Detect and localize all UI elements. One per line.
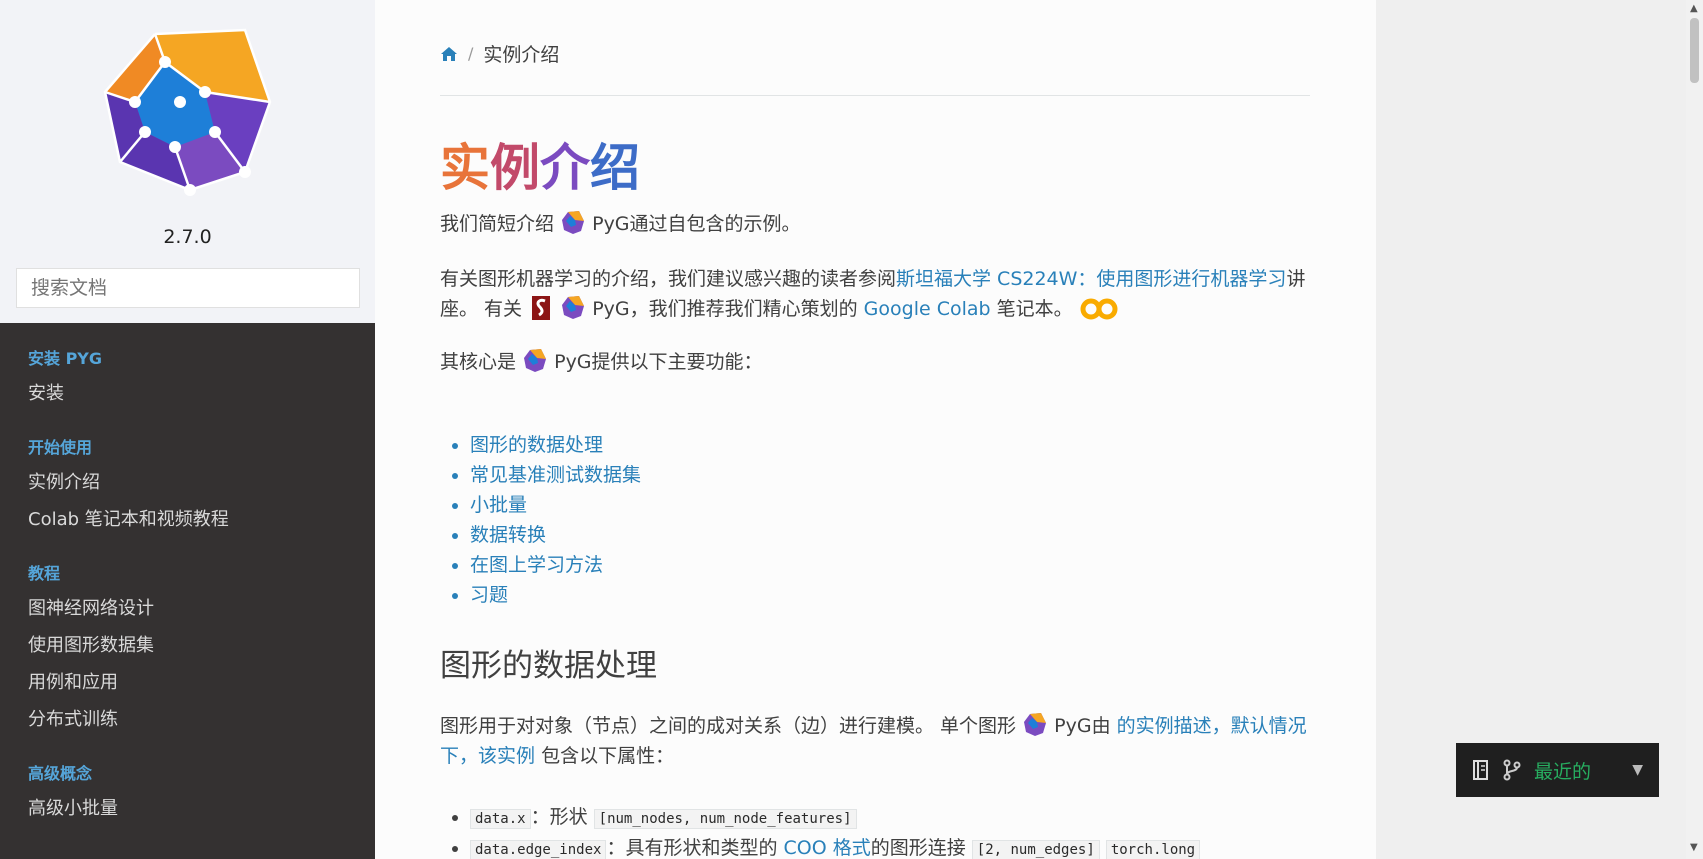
nav-caption-get-started: 开始使用 — [28, 438, 93, 457]
attribute-list: data.x：形状 [num_nodes, num_node_features]… — [470, 802, 1201, 859]
code-snippet: torch.long — [1105, 840, 1201, 859]
chevron-down-icon: ▼ — [1632, 762, 1643, 778]
code-snippet: data.x — [470, 809, 531, 829]
intro-paragraph: 我们简短介绍 PyG通过自包含的示例。 — [440, 209, 1310, 239]
breadcrumb-separator: / — [468, 44, 474, 63]
nav-item-colab[interactable]: Colab 笔记本和视频教程 — [0, 501, 375, 538]
pyg-icon — [524, 349, 547, 372]
core-paragraph: 其核心是 PyG提供以下主要功能： — [440, 347, 1310, 377]
nav-caption-tutorials: 教程 — [28, 564, 61, 583]
feature-link-data-transforms[interactable]: 数据转换 — [470, 520, 641, 550]
nav-item-datasets[interactable]: 使用图形数据集 — [0, 627, 375, 664]
code-snippet: [num_nodes, num_node_features] — [593, 809, 857, 829]
search-input[interactable] — [16, 268, 360, 308]
stanford-icon — [532, 296, 551, 320]
scrollbar-thumb[interactable] — [1690, 18, 1699, 83]
feature-list: 图形的数据处理 常见基准测试数据集 小批量 数据转换 在图上学习方法 习题 — [470, 430, 641, 610]
version-switcher-label: 最近的 — [1534, 760, 1592, 783]
code-snippet: data.edge_index — [470, 840, 607, 859]
feature-link-data-handling[interactable]: 图形的数据处理 — [470, 430, 641, 460]
list-item: data.edge_index：具有形状和类型的 COO 格式的图形连接 [2,… — [470, 833, 1201, 859]
pyg-icon — [1024, 713, 1047, 736]
nav-item-advanced-minibatch[interactable]: 高级小批量 — [0, 790, 375, 827]
coo-format-link[interactable]: COO 格式 — [783, 837, 870, 859]
scrollbar[interactable]: ▲ ▼ — [1686, 0, 1703, 859]
scroll-down-icon[interactable]: ▼ — [1690, 842, 1698, 853]
page-title: 实例介绍 — [440, 139, 640, 197]
feature-link-benchmark-datasets[interactable]: 常见基准测试数据集 — [470, 460, 641, 490]
sidebar: 2.7.0 安装 PYG 安装 开始使用 实例介绍 Colab 笔记本和视频教程… — [0, 0, 375, 859]
book-icon — [1473, 760, 1488, 780]
nav-caption-install: 安装 PYG — [28, 349, 103, 368]
graph-paragraph: 图形用于对对象（节点）之间的成对关系（边）进行建模。 单个图形 PyG由 的实例… — [440, 711, 1310, 771]
nav-item-gnn-design[interactable]: 图神经网络设计 — [0, 590, 375, 627]
feature-link-learning-methods[interactable]: 在图上学习方法 — [470, 550, 641, 580]
pyg-icon — [562, 211, 585, 234]
divider — [440, 95, 1310, 96]
section-heading: 图形的数据处理 — [440, 648, 657, 684]
nav-item-distributed[interactable]: 分布式训练 — [0, 701, 375, 738]
sidebar-nav: 安装 PYG 安装 开始使用 实例介绍 Colab 笔记本和视频教程 教程 图神… — [0, 323, 375, 827]
list-item: data.x：形状 [num_nodes, num_node_features] — [470, 802, 1200, 833]
colab-icon — [1080, 298, 1118, 320]
main-content: / 实例介绍 实例介绍 我们简短介绍 PyG通过自包含的示例。 有关图形机器学习… — [375, 0, 1376, 859]
pyg-icon — [562, 296, 585, 319]
pyg-logo[interactable] — [95, 22, 280, 207]
version-switcher[interactable]: 最近的 ▼ — [1456, 743, 1659, 797]
nav-caption-advanced: 高级概念 — [28, 764, 93, 783]
breadcrumb: / 实例介绍 — [440, 40, 559, 67]
home-icon[interactable] — [440, 46, 458, 62]
google-colab-link[interactable]: Google Colab — [864, 298, 991, 320]
page-gutter — [1376, 0, 1686, 859]
git-branch-icon — [1503, 759, 1521, 781]
code-snippet: [2, num_edges] — [971, 840, 1100, 859]
version-label: 2.7.0 — [163, 226, 212, 248]
sidebar-header: 2.7.0 — [0, 0, 375, 323]
nav-item-introduction[interactable]: 实例介绍 — [0, 464, 375, 501]
nav-item-use-cases[interactable]: 用例和应用 — [0, 664, 375, 701]
feature-link-exercises[interactable]: 习题 — [470, 580, 641, 610]
cs224w-link[interactable]: 斯坦福大学 CS224W：使用图形进行机器学习 — [896, 268, 1286, 290]
breadcrumb-current: 实例介绍 — [483, 44, 560, 66]
nav-item-install[interactable]: 安装 — [0, 375, 375, 412]
intro-paragraph-2: 有关图形机器学习的介绍，我们建议感兴趣的读者参阅斯坦福大学 CS224W：使用图… — [440, 268, 1306, 320]
scroll-up-icon[interactable]: ▲ — [1690, 3, 1698, 14]
feature-link-mini-batches[interactable]: 小批量 — [470, 490, 641, 520]
